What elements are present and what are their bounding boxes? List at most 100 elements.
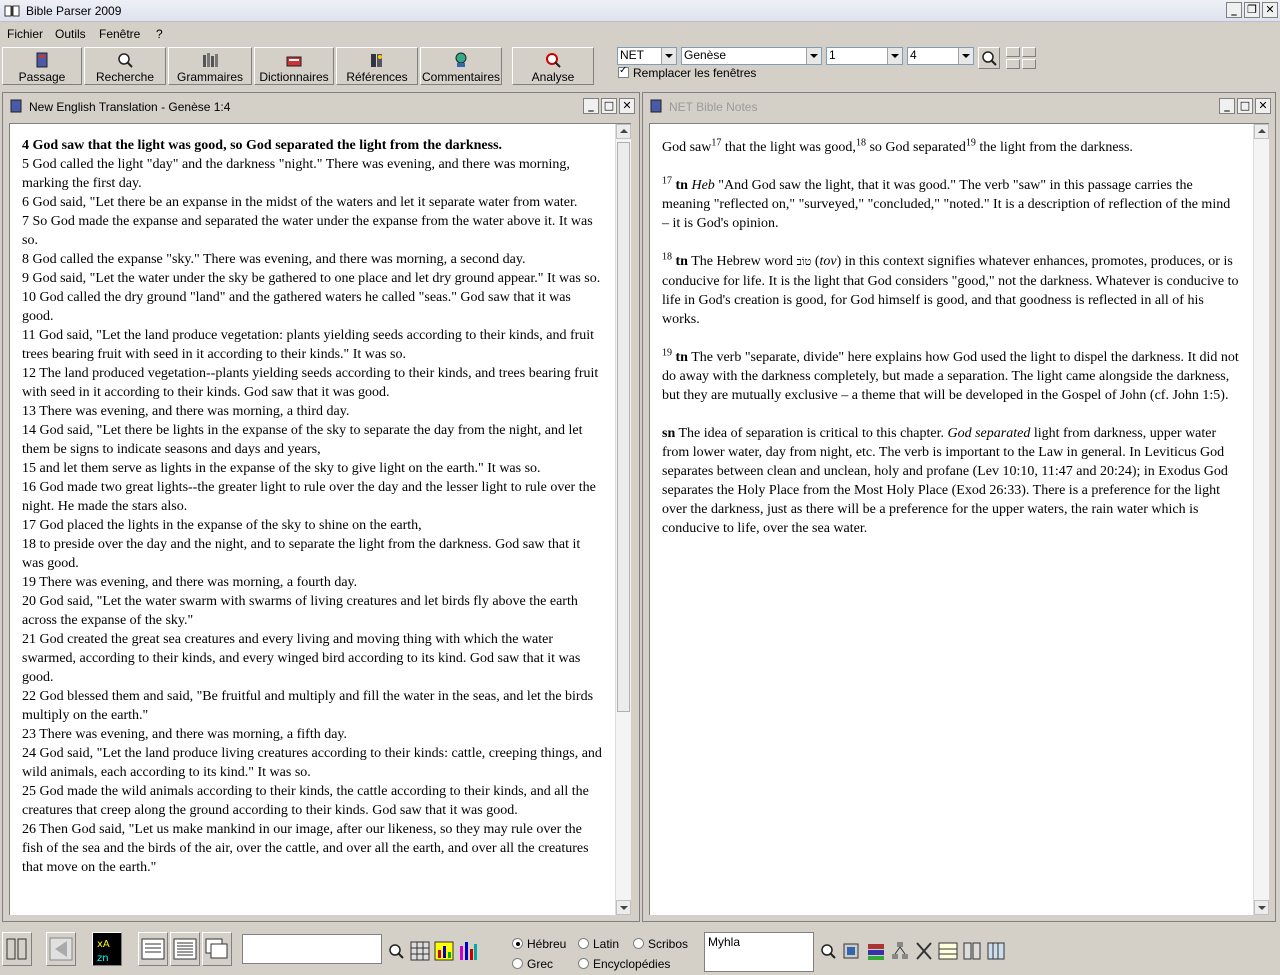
strongs-button[interactable]: xA zn [92, 932, 122, 966]
book-icon [10, 99, 22, 113]
chevron-down-icon[interactable] [958, 48, 973, 64]
references-button[interactable]: Références [336, 47, 418, 85]
passage-button[interactable]: Passage [2, 47, 82, 85]
columns-icon[interactable] [986, 940, 1006, 962]
bible-app-icon [4, 5, 20, 17]
vertical-scrollbar[interactable] [1253, 124, 1269, 915]
chevron-down-icon[interactable] [661, 48, 676, 64]
bar-chart-icon[interactable] [458, 940, 478, 962]
radio-hebreu[interactable] [512, 938, 523, 949]
notes-body: God saw17 that the light was good,18 so … [662, 138, 1240, 557]
word-input[interactable]: Myhla [704, 932, 814, 972]
note-sn: sn The idea of separation is critical to… [662, 426, 1228, 536]
radio-grec[interactable] [512, 958, 523, 969]
verse-line: 4 God saw that the light was good, so Go… [22, 138, 503, 153]
verse-line: 18 to preside over the day and the night… [22, 537, 581, 571]
scroll-down-button[interactable] [1254, 900, 1269, 915]
replace-windows-checkbox[interactable] [618, 65, 629, 78]
tree-icon[interactable] [890, 940, 910, 962]
verse-line: 24 God said, "Let the land produce livin… [22, 746, 602, 780]
quick-search-input[interactable] [242, 934, 382, 964]
layout-double-button[interactable] [170, 932, 200, 966]
restore-button[interactable]: ❐ [1244, 2, 1260, 18]
radio-encyclopedies-option[interactable]: Encyclopédies [578, 957, 670, 971]
prev-verse-button[interactable] [1006, 47, 1020, 57]
verse-line: 15 and let them serve as lights in the e… [22, 461, 541, 476]
book-icon [650, 99, 662, 113]
search-icon[interactable] [386, 940, 406, 962]
menu-fenetre[interactable]: Fenêtre [99, 27, 140, 41]
notes-titlebar: NET Bible Notes _ □ ✕ [645, 95, 1273, 117]
bible-text-titlebar: New English Translation - Genèse 1:4 _ □… [5, 95, 637, 117]
commentary-icon [455, 52, 467, 67]
layout-windows-button[interactable] [202, 932, 232, 966]
menubar: Fichier Outils Fenêtre ? [0, 24, 1280, 44]
chevron-down-icon[interactable] [887, 48, 902, 64]
chart-icon[interactable] [434, 940, 454, 962]
bottom-toolbar: xA zn Hébreu Latin Scribos Grec Encyclopé… [0, 928, 1280, 975]
menu-outils[interactable]: Outils [55, 27, 86, 41]
radio-scribos[interactable] [633, 938, 644, 949]
vertical-scrollbar[interactable] [615, 124, 631, 915]
verse-line: 25 God made the wild animals according t… [22, 784, 589, 818]
radio-encyclopedies[interactable] [578, 958, 589, 969]
recherche-button[interactable]: Recherche [84, 47, 166, 85]
scroll-down-button[interactable] [616, 900, 631, 915]
next-chapter-button[interactable] [1022, 59, 1036, 69]
grammaires-button[interactable]: Grammaires [168, 47, 252, 85]
note-main-verse: God saw17 that the light was good,18 so … [662, 137, 1133, 155]
replace-windows-option[interactable]: Remplacer les fenêtres [618, 65, 756, 80]
maximize-button[interactable]: □ [1237, 98, 1253, 114]
radio-latin[interactable] [578, 938, 589, 949]
next-verse-button[interactable] [1022, 47, 1036, 57]
verse-line: 21 God created the great sea creatures a… [22, 632, 581, 685]
table-icon[interactable] [938, 940, 958, 962]
commentaires-button[interactable]: Commentaires [420, 47, 502, 85]
chevron-down-icon[interactable] [806, 48, 821, 64]
notes-content: God saw17 that the light was good,18 so … [649, 123, 1269, 915]
grid-icon[interactable] [410, 940, 430, 962]
dictionnaires-button[interactable]: Dictionnaires [254, 47, 334, 85]
close-button[interactable]: ✕ [1255, 98, 1271, 114]
tools-icon[interactable] [914, 940, 934, 962]
windows-icon [205, 938, 228, 959]
verse-line: 23 There was evening, and there was morn… [22, 727, 348, 742]
tag-icon[interactable] [842, 940, 862, 962]
scroll-up-button[interactable] [1254, 124, 1269, 139]
minimize-button[interactable]: _ [583, 98, 599, 114]
layout-single-button[interactable] [138, 932, 168, 966]
minimize-button[interactable]: _ [1226, 2, 1242, 18]
verse-line: 19 There was evening, and there was morn… [22, 575, 358, 590]
back-button[interactable] [46, 932, 76, 966]
radio-hebreu-option[interactable]: Hébreu [512, 937, 566, 951]
verse-line: 17 God placed the lights in the expanse … [22, 518, 422, 533]
page-layout-button[interactable] [2, 932, 32, 966]
scroll-thumb[interactable] [617, 142, 630, 712]
radio-latin-option[interactable]: Latin [578, 937, 619, 951]
go-search-button[interactable] [978, 47, 1000, 69]
close-button[interactable]: ✕ [619, 98, 635, 114]
prev-chapter-button[interactable] [1006, 59, 1020, 69]
minimize-button[interactable]: _ [1219, 98, 1235, 114]
verse-select[interactable]: 4 [907, 47, 974, 65]
version-select[interactable]: NET [617, 47, 677, 65]
radio-scribos-option[interactable]: Scribos [633, 937, 688, 951]
book-select[interactable]: Genèse [681, 47, 822, 65]
verses-list: 4 God saw that the light was good, so Go… [22, 136, 602, 877]
maximize-button[interactable]: □ [601, 98, 617, 114]
scroll-up-button[interactable] [616, 124, 631, 139]
menu-fichier[interactable]: Fichier [7, 27, 43, 41]
verse-line: 16 God made two great lights--the greate… [22, 480, 596, 514]
notes-title: NET Bible Notes [669, 100, 758, 114]
books-icon[interactable] [866, 940, 886, 962]
radio-grec-option[interactable]: Grec [512, 957, 553, 971]
close-button[interactable]: ✕ [1262, 2, 1278, 18]
split-icon[interactable] [962, 940, 982, 962]
verse-line: 11 God said, "Let the land produce veget… [22, 328, 595, 362]
search-icon [982, 51, 997, 66]
chapter-select[interactable]: 1 [826, 47, 903, 65]
analyse-button[interactable]: Analyse [512, 47, 594, 85]
menu-help[interactable]: ? [156, 27, 163, 41]
text-lines-icon [141, 938, 165, 960]
search-icon[interactable] [818, 940, 838, 962]
